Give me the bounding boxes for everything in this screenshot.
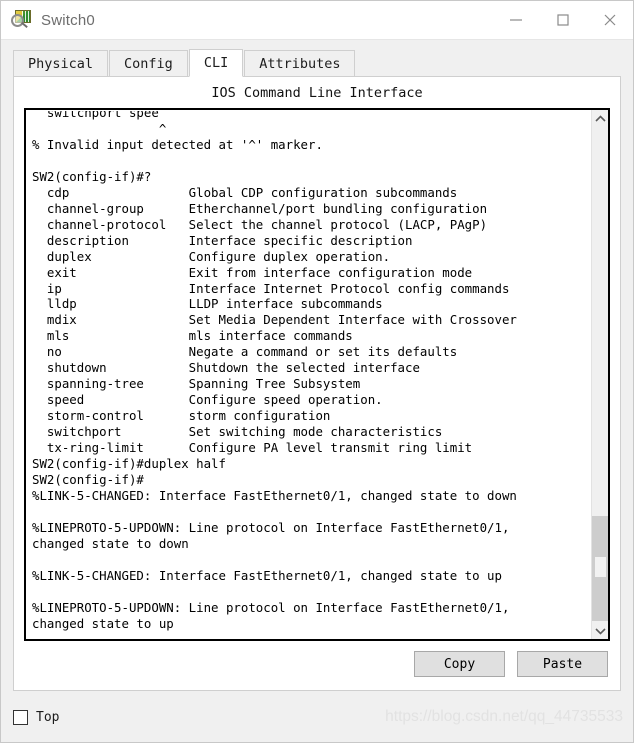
minimize-icon[interactable] bbox=[492, 1, 539, 39]
terminal-text: ^ % Invalid input detected at '^' marker… bbox=[32, 121, 517, 631]
close-icon[interactable] bbox=[586, 1, 633, 39]
scrollbar-thumb[interactable] bbox=[592, 516, 608, 621]
scrollbar-grip bbox=[595, 557, 606, 577]
tab-strip: Physical Config CLI Attributes bbox=[13, 48, 633, 77]
scroll-up-icon[interactable] bbox=[592, 110, 608, 127]
tab-attributes[interactable]: Attributes bbox=[244, 50, 356, 77]
terminal-clipped-text: switchport spee bbox=[32, 111, 159, 120]
window-controls bbox=[492, 1, 633, 39]
watermark-text: https://blog.csdn.net/qq_44735533 bbox=[385, 708, 623, 725]
tab-physical[interactable]: Physical bbox=[13, 50, 109, 77]
window-footer: Top https://blog.csdn.net/qq_44735533 bbox=[1, 692, 633, 742]
terminal-scrollbar[interactable] bbox=[591, 110, 608, 639]
page-title: IOS Command Line Interface bbox=[211, 85, 423, 101]
terminal-clipped-line: switchport spee bbox=[32, 111, 591, 121]
top-checkbox[interactable] bbox=[13, 709, 28, 725]
maximize-icon[interactable] bbox=[539, 1, 586, 39]
window-titlebar: Switch0 bbox=[1, 1, 633, 40]
scroll-down-icon[interactable] bbox=[592, 622, 608, 639]
terminal-button-row: Copy Paste bbox=[14, 641, 620, 690]
cli-terminal-output[interactable]: switchport spee ^ % Invalid input detect… bbox=[26, 110, 591, 639]
terminal-frame: switchport spee ^ % Invalid input detect… bbox=[24, 108, 610, 641]
tab-cli[interactable]: CLI bbox=[188, 49, 244, 77]
tab-config[interactable]: Config bbox=[109, 50, 188, 77]
window-title: Switch0 bbox=[41, 11, 95, 29]
cli-panel: IOS Command Line Interface switchport sp… bbox=[13, 76, 621, 691]
top-checkbox-label: Top bbox=[36, 709, 60, 725]
copy-button[interactable]: Copy bbox=[414, 651, 505, 677]
switch-device-window: Switch0 Physical Config CLI Attributes I… bbox=[0, 0, 634, 743]
paste-button[interactable]: Paste bbox=[517, 651, 608, 677]
packet-tracer-switch-icon bbox=[11, 9, 33, 31]
